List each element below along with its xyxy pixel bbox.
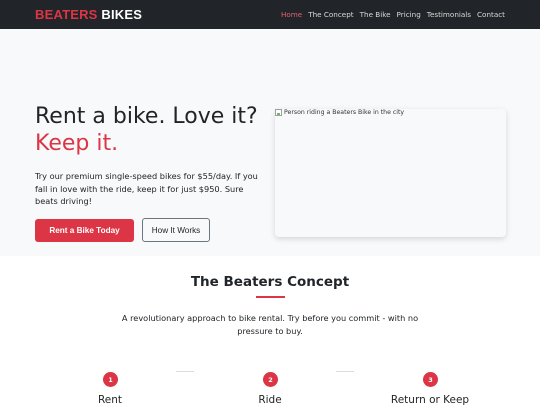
step-number-2: 2 bbox=[263, 372, 278, 387]
step-label-ride: Ride bbox=[258, 394, 282, 405]
nav-link-home[interactable]: Home bbox=[281, 10, 302, 19]
hero-title-line1: Rent a bike. Love it? bbox=[35, 104, 258, 129]
hero-title: Rent a bike. Love it? Keep it. bbox=[35, 103, 258, 157]
nav-link-contact[interactable]: Contact bbox=[477, 10, 505, 19]
brand-logo[interactable]: BEATERS BIKES bbox=[35, 7, 142, 22]
nav-links: Home The Concept The Bike Pricing Testim… bbox=[275, 10, 505, 19]
step-number-1: 1 bbox=[103, 372, 118, 387]
nav-link-testimonials[interactable]: Testimonials bbox=[427, 10, 471, 19]
hero-section: Rent a bike. Love it? Keep it. Try our p… bbox=[0, 29, 540, 256]
step-connector bbox=[336, 371, 354, 372]
hero-description: Try our premium single-speed bikes for $… bbox=[35, 171, 258, 206]
hero-image: Person riding a Beaters Bike in the city bbox=[275, 109, 506, 237]
brand-name-part2: BIKES bbox=[101, 7, 143, 22]
rent-bike-button[interactable]: Rent a Bike Today bbox=[35, 219, 134, 242]
step-label-rent: Rent bbox=[97, 394, 123, 405]
hero-image-alt-text: Person riding a Beaters Bike in the city bbox=[284, 109, 405, 116]
concept-title: The Beaters Concept bbox=[190, 274, 350, 290]
step-connector bbox=[176, 371, 194, 372]
step-number-3: 3 bbox=[423, 372, 438, 387]
brand-name-part1: BEATERS bbox=[35, 7, 98, 22]
how-it-works-button[interactable]: How It Works bbox=[142, 218, 210, 242]
navbar: BEATERS BIKES Home The Concept The Bike … bbox=[0, 0, 540, 29]
broken-image-icon bbox=[275, 109, 282, 116]
title-underline bbox=[256, 296, 285, 298]
nav-link-concept[interactable]: The Concept bbox=[308, 10, 353, 19]
nav-link-bike[interactable]: The Bike bbox=[360, 10, 391, 19]
nav-link-pricing[interactable]: Pricing bbox=[397, 10, 421, 19]
step-label-return-or-keep: Return or Keep bbox=[390, 394, 470, 405]
hero-title-line2: Keep it. bbox=[35, 131, 119, 156]
concept-description: A revolutionary approach to bike rental.… bbox=[121, 313, 419, 336]
